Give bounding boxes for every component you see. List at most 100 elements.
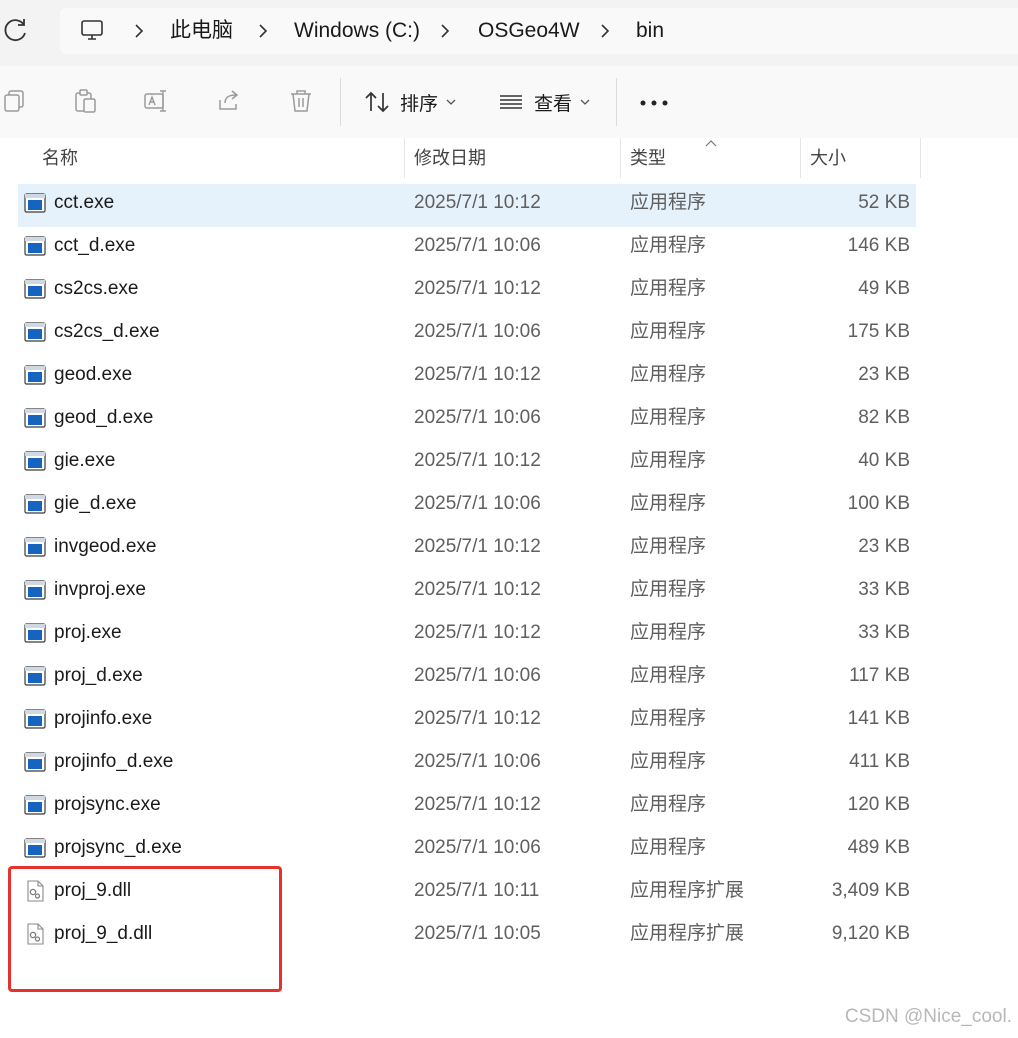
view-label: 查看: [534, 93, 573, 115]
computer-icon[interactable]: [80, 18, 104, 42]
column-header-size[interactable]: 大小: [810, 138, 846, 178]
column-headers: 名称 修改日期 类型 大小: [0, 138, 1018, 178]
file-size: 82 KB: [858, 407, 910, 428]
list-item[interactable]: gie_d.exe 2025/7/1 10:06 应用程序 100 KB: [18, 485, 916, 528]
exe-icon: [24, 794, 46, 816]
rename-icon[interactable]: [143, 88, 169, 114]
file-type: 应用程序扩展: [630, 923, 745, 944]
chevron-right-icon[interactable]: [598, 23, 612, 39]
file-date: 2025/7/1 10:06: [414, 665, 541, 686]
chevron-right-icon[interactable]: [256, 23, 270, 39]
file-date: 2025/7/1 10:06: [414, 321, 541, 342]
address-row: 此电脑 Windows (C:) OSGeo4W bin: [0, 0, 1018, 66]
file-date: 2025/7/1 10:06: [414, 407, 541, 428]
breadcrumb-osgeo4w[interactable]: OSGeo4W: [478, 8, 580, 54]
list-item[interactable]: projinfo.exe 2025/7/1 10:12 应用程序 141 KB: [18, 700, 916, 743]
column-header-name[interactable]: 名称: [42, 138, 78, 178]
file-type: 应用程序: [630, 536, 707, 557]
column-resize-handle[interactable]: [620, 138, 621, 178]
file-size: 175 KB: [847, 321, 910, 342]
column-resize-handle[interactable]: [800, 138, 801, 178]
file-type: 应用程序: [630, 837, 707, 858]
list-item[interactable]: invgeod.exe 2025/7/1 10:12 应用程序 23 KB: [18, 528, 916, 571]
column-header-type[interactable]: 类型: [630, 138, 666, 178]
list-item[interactable]: geod.exe 2025/7/1 10:12 应用程序 23 KB: [18, 356, 916, 399]
file-date: 2025/7/1 10:12: [414, 364, 541, 385]
list-item[interactable]: proj.exe 2025/7/1 10:12 应用程序 33 KB: [18, 614, 916, 657]
watermark: CSDN @Nice_cool.: [844, 1006, 1012, 1027]
file-name: projsync.exe: [54, 794, 161, 815]
exe-icon: [24, 493, 46, 515]
exe-icon: [24, 751, 46, 773]
view-button[interactable]: 查看: [498, 82, 590, 122]
list-item[interactable]: invproj.exe 2025/7/1 10:12 应用程序 33 KB: [18, 571, 916, 614]
exe-icon: [24, 192, 46, 214]
file-name: proj_d.exe: [54, 665, 143, 686]
list-item[interactable]: projinfo_d.exe 2025/7/1 10:06 应用程序 411 K…: [18, 743, 916, 786]
file-date: 2025/7/1 10:12: [414, 192, 541, 213]
file-name: projinfo.exe: [54, 708, 153, 729]
file-date: 2025/7/1 10:12: [414, 622, 541, 643]
toolbar-divider: [340, 78, 341, 126]
list-item[interactable]: cct_d.exe 2025/7/1 10:06 应用程序 146 KB: [18, 227, 916, 270]
exe-icon: [24, 708, 46, 730]
file-type: 应用程序: [630, 321, 707, 342]
breadcrumb[interactable]: 此电脑 Windows (C:) OSGeo4W bin: [60, 8, 1018, 54]
file-type: 应用程序: [630, 622, 707, 643]
column-resize-handle[interactable]: [404, 138, 405, 178]
file-size: 23 KB: [858, 364, 910, 385]
file-size: 33 KB: [858, 579, 910, 600]
exe-icon: [24, 278, 46, 300]
file-size: 117 KB: [849, 665, 910, 686]
more-options-icon[interactable]: [640, 100, 668, 106]
file-date: 2025/7/1 10:12: [414, 536, 541, 557]
list-item[interactable]: projsync.exe 2025/7/1 10:12 应用程序 120 KB: [18, 786, 916, 829]
column-resize-handle[interactable]: [920, 138, 921, 178]
share-icon[interactable]: [216, 88, 242, 114]
file-type: 应用程序: [630, 450, 707, 471]
chevron-right-icon[interactable]: [132, 23, 146, 39]
chevron-down-icon: [580, 99, 590, 105]
file-size: 100 KB: [847, 493, 910, 514]
sort-caret-icon: [705, 140, 717, 147]
exe-icon: [24, 364, 46, 386]
breadcrumb-bin[interactable]: bin: [636, 8, 664, 54]
exe-icon: [24, 622, 46, 644]
file-size: 120 KB: [847, 794, 910, 815]
delete-icon[interactable]: [288, 88, 314, 114]
list-item[interactable]: gie.exe 2025/7/1 10:12 应用程序 40 KB: [18, 442, 916, 485]
file-type: 应用程序: [630, 579, 707, 600]
exe-icon: [24, 235, 46, 257]
file-name: cs2cs.exe: [54, 278, 139, 299]
file-date: 2025/7/1 10:12: [414, 450, 541, 471]
sort-button[interactable]: 排序: [364, 82, 456, 122]
command-bar: 排序 查看: [0, 66, 1018, 139]
file-name: cct_d.exe: [54, 235, 136, 256]
file-name: invproj.exe: [54, 579, 146, 600]
exe-icon: [24, 407, 46, 429]
list-item[interactable]: cs2cs.exe 2025/7/1 10:12 应用程序 49 KB: [18, 270, 916, 313]
file-date: 2025/7/1 10:12: [414, 579, 541, 600]
file-type: 应用程序: [630, 278, 707, 299]
file-date: 2025/7/1 10:11: [414, 880, 540, 901]
breadcrumb-windows-c[interactable]: Windows (C:): [294, 8, 420, 54]
list-item[interactable]: geod_d.exe 2025/7/1 10:06 应用程序 82 KB: [18, 399, 916, 442]
list-item[interactable]: proj_d.exe 2025/7/1 10:06 应用程序 117 KB: [18, 657, 916, 700]
copy-icon[interactable]: [2, 88, 28, 114]
column-header-date[interactable]: 修改日期: [414, 138, 486, 178]
view-icon: [500, 95, 522, 109]
file-size: 489 KB: [847, 837, 910, 858]
list-item[interactable]: cs2cs_d.exe 2025/7/1 10:06 应用程序 175 KB: [18, 313, 916, 356]
sort-label: 排序: [400, 93, 439, 115]
chevron-right-icon[interactable]: [438, 23, 452, 39]
breadcrumb-this-pc[interactable]: 此电脑: [170, 8, 233, 54]
file-size: 49 KB: [858, 278, 910, 299]
refresh-icon[interactable]: [2, 16, 30, 44]
file-name: projinfo_d.exe: [54, 751, 174, 772]
file-type: 应用程序: [630, 407, 707, 428]
file-type: 应用程序: [630, 493, 707, 514]
exe-icon: [24, 321, 46, 343]
list-item[interactable]: cct.exe 2025/7/1 10:12 应用程序 52 KB: [18, 184, 916, 227]
paste-icon[interactable]: [72, 88, 98, 114]
file-size: 9,120 KB: [831, 923, 910, 944]
